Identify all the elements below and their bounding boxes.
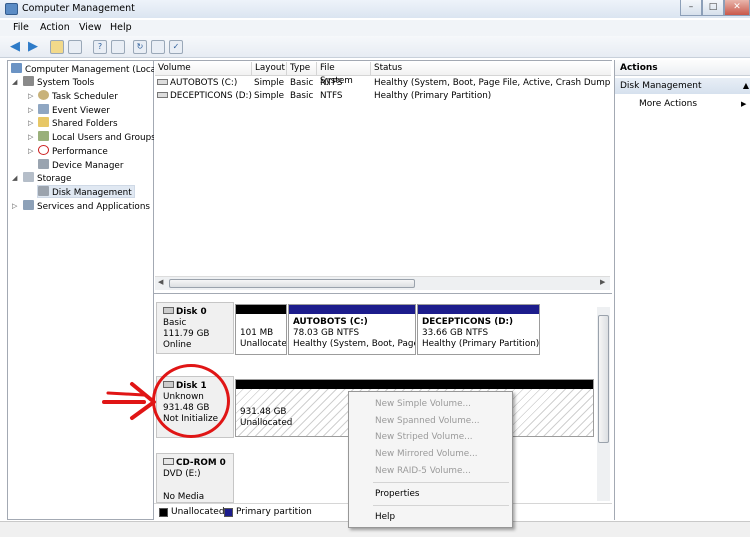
disk0-label[interactable]: Disk 0 Basic 111.79 GB Online [156,302,234,354]
storage-icon [23,172,34,182]
computer-management-icon [5,3,18,15]
annotation-arrow [102,382,156,420]
drive-icon [157,79,168,85]
expand-icon[interactable]: ▷ [28,119,33,127]
properties-icon[interactable] [111,40,125,54]
menu-bar: File Action View Help [0,20,750,36]
settings-icon[interactable]: ✓ [169,40,183,54]
close-button[interactable]: ✕ [724,0,750,16]
expand-icon[interactable]: ▷ [28,106,33,114]
device-manager-icon [38,159,49,169]
collapse-arrow-icon[interactable]: ▲ [743,78,749,94]
unallocated-swatch [159,508,168,517]
tools-icon [23,76,34,86]
context-menu: New Simple Volume... New Spanned Volume.… [348,391,513,528]
expand-icon[interactable]: ▷ [28,147,33,155]
column-volume[interactable]: Volume [155,62,252,76]
performance-icon [38,145,49,155]
menu-new-simple-volume[interactable]: New Simple Volume... [375,399,471,409]
window-title: Computer Management [22,3,135,14]
users-icon [38,131,49,141]
annotation-circle [152,364,230,438]
export-icon[interactable] [151,40,165,54]
tree-item-system-tools[interactable]: System Tools [23,76,94,89]
disk-icon [163,307,174,314]
collapse-icon[interactable]: ◢ [12,78,17,86]
column-layout[interactable]: Layout [252,62,287,76]
expand-icon[interactable]: ▷ [28,92,33,100]
maximize-button[interactable]: □ [702,0,724,16]
refresh-icon[interactable]: ↻ [133,40,147,54]
volume-list: Volume Layout Type File System Status AU… [154,60,612,290]
minimize-button[interactable]: – [680,0,702,16]
column-file-system[interactable]: File System [317,62,371,86]
tree-item-disk-management[interactable]: Disk Management [37,185,135,198]
navigation-tree: Computer Management (Local ◢ System Tool… [7,60,159,520]
cdrom-icon [163,458,174,465]
actions-pane: Actions Disk Management ▲ More Actions ▶ [614,60,750,520]
clock-icon [38,90,49,100]
menu-properties[interactable]: Properties [375,489,419,499]
title-bar: Computer Management – □ ✕ [0,0,750,18]
forward-arrow-icon[interactable]: ▶ [26,40,40,54]
menu-new-mirrored-volume[interactable]: New Mirrored Volume... [375,449,478,459]
horizontal-scrollbar[interactable]: ◀ ▶ [155,276,610,290]
tree-item-event-viewer[interactable]: Event Viewer [38,104,110,117]
menu-new-spanned-volume[interactable]: New Spanned Volume... [375,416,480,426]
help-icon[interactable]: ? [93,40,107,54]
scrollbar-thumb[interactable] [598,315,609,443]
back-arrow-icon[interactable]: ◀ [8,40,22,54]
tree-item-device-manager[interactable]: Device Manager [38,159,123,172]
column-type[interactable]: Type [287,62,317,76]
show-hide-tree-icon[interactable] [68,40,82,54]
menu-new-striped-volume[interactable]: New Striped Volume... [375,432,473,442]
event-log-icon [38,104,49,114]
expand-icon[interactable]: ▷ [12,202,17,210]
tree-item-services-applications[interactable]: Services and Applications [23,200,150,213]
actions-header: Actions [615,60,750,76]
partition-decepticons-d[interactable]: DECEPTICONS (D:) 33.66 GB NTFS Healthy (Pr… [417,304,540,355]
menu-help-item[interactable]: Help [375,512,395,522]
disk-management-icon [38,186,49,196]
tree-item-storage[interactable]: Storage [23,172,71,185]
menu-action[interactable]: Action [40,22,70,33]
menu-separator [373,482,509,483]
vertical-scrollbar[interactable] [597,307,610,501]
tree-item-shared-folders[interactable]: Shared Folders [38,117,118,130]
collapse-icon[interactable]: ◢ [12,174,17,182]
up-folder-icon[interactable] [50,40,64,54]
scroll-right-icon[interactable]: ▶ [600,278,605,286]
toolbar: ◀ ▶ ? ↻ ✓ [0,36,750,58]
services-icon [23,200,34,210]
legend-unallocated: Unallocated [171,507,225,517]
computer-icon [11,63,22,73]
scroll-left-icon[interactable]: ◀ [158,278,163,286]
expand-icon[interactable]: ▷ [28,133,33,141]
tree-item-local-users-groups[interactable]: Local Users and Groups [38,131,156,144]
tree-item-task-scheduler[interactable]: Task Scheduler [38,90,118,103]
menu-separator [373,505,509,506]
more-actions-link[interactable]: More Actions [639,99,697,109]
drive-icon [157,92,168,98]
menu-new-raid5-volume[interactable]: New RAID-5 Volume... [375,466,471,476]
primary-swatch [224,508,233,517]
menu-view[interactable]: View [79,22,102,33]
menu-file[interactable]: File [13,22,29,33]
menu-help[interactable]: Help [110,22,132,33]
column-status[interactable]: Status [371,62,611,76]
actions-section-disk-management[interactable]: Disk Management ▲ [615,78,750,94]
tree-item-performance[interactable]: Performance [38,145,108,158]
submenu-arrow-icon: ▶ [741,100,747,108]
folder-icon [38,117,49,127]
cdrom0-label[interactable]: CD-ROM 0 DVD (E:) No Media [156,453,234,503]
scrollbar-thumb[interactable] [169,279,415,288]
legend-primary: Primary partition [236,507,312,517]
partition-autobots-c[interactable]: AUTOBOTS (C:) 78.03 GB NTFS Healthy (Syste… [288,304,416,355]
tree-item-computer-management[interactable]: Computer Management (Local [11,63,159,76]
partition-unallocated-101mb[interactable]: 101 MB Unallocate [235,304,287,355]
